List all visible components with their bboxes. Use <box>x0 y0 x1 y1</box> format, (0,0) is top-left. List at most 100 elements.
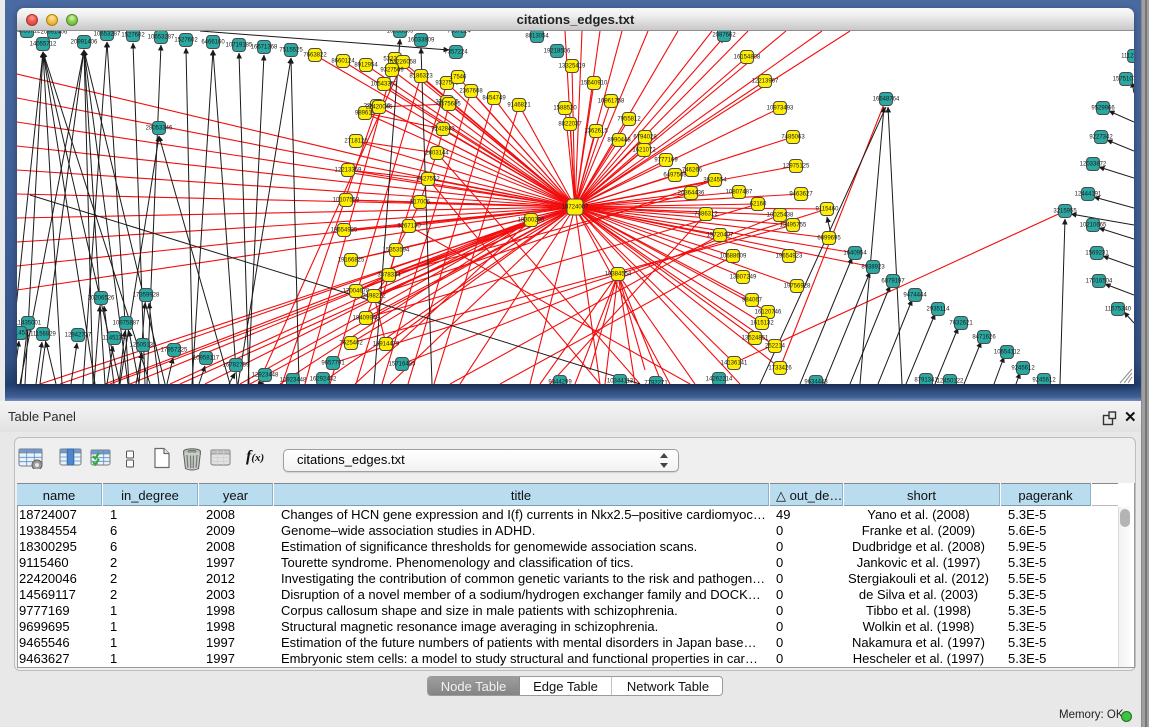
svg-text:15640910: 15640910 <box>581 81 608 87</box>
svg-text:2718126: 2718126 <box>344 139 368 145</box>
svg-text:16120746: 16120746 <box>755 310 782 316</box>
svg-text:16292442: 16292442 <box>310 377 337 383</box>
svg-text:11123844: 11123844 <box>1121 54 1134 60</box>
svg-text:19654925: 19654925 <box>331 228 358 234</box>
svg-text:252214: 252214 <box>765 344 786 350</box>
svg-text:7357224: 7357224 <box>444 50 468 56</box>
svg-text:2087662: 2087662 <box>712 33 736 39</box>
svg-text:17546: 17546 <box>450 75 467 81</box>
svg-text:9463627: 9463627 <box>789 192 813 198</box>
svg-text:11156829: 11156829 <box>30 332 56 338</box>
svg-text:7515525: 7515525 <box>279 48 303 54</box>
svg-text:10973493: 10973493 <box>767 106 794 112</box>
svg-text:10688609: 10688609 <box>720 254 747 260</box>
svg-text:13325419: 13325419 <box>559 64 586 70</box>
svg-text:10107553: 10107553 <box>333 198 360 204</box>
svg-text:2367608: 2367608 <box>459 89 483 95</box>
svg-text:8186323: 8186323 <box>409 74 433 80</box>
svg-text:12923448: 12923448 <box>252 373 279 379</box>
svg-text:1569231: 1569231 <box>1085 251 1109 257</box>
svg-text:9777169: 9777169 <box>654 158 678 164</box>
svg-text:13807249: 13807249 <box>730 275 757 281</box>
svg-text:7792271: 7792271 <box>644 381 668 385</box>
svg-text:8454749: 8454749 <box>482 96 506 102</box>
svg-text:12505135: 12505135 <box>130 343 157 349</box>
svg-text:16648764: 16648764 <box>873 97 900 103</box>
svg-text:16154808: 16154808 <box>734 55 761 61</box>
svg-text:1621072: 1621072 <box>632 148 656 154</box>
svg-text:12033872: 12033872 <box>1080 162 1107 168</box>
svg-text:15353594: 15353594 <box>383 248 410 254</box>
svg-text:9474444: 9474444 <box>903 293 927 299</box>
svg-text:1362615: 1362615 <box>584 129 608 135</box>
svg-text:10543362: 10543362 <box>371 82 398 88</box>
svg-text:9634443: 9634443 <box>804 380 828 385</box>
svg-text:12213967: 12213967 <box>752 79 779 85</box>
svg-text:8990448: 8990448 <box>607 138 631 144</box>
svg-text:1527602: 1527602 <box>121 33 145 39</box>
svg-text:20364436: 20364436 <box>678 191 705 197</box>
svg-text:3498222: 3498222 <box>362 294 386 300</box>
svg-text:19166825: 19166825 <box>338 258 365 264</box>
svg-text:14262214: 14262214 <box>706 377 733 383</box>
svg-text:20991406: 20991406 <box>71 40 98 46</box>
svg-text:10210665: 10210665 <box>1080 223 1107 229</box>
svg-text:6466160: 6466160 <box>201 40 225 46</box>
svg-text:16914479: 16914479 <box>373 342 400 348</box>
svg-text:10653287: 10653287 <box>148 35 175 41</box>
svg-text:9245612: 9245612 <box>1032 378 1056 384</box>
svg-text:8660124: 8660124 <box>331 59 355 65</box>
svg-text:14136141: 14136141 <box>721 361 748 367</box>
svg-text:19654923: 19654923 <box>776 254 803 260</box>
svg-text:10654112: 10654112 <box>994 350 1021 356</box>
svg-text:16961758: 16961758 <box>598 99 625 105</box>
svg-text:8791341: 8791341 <box>914 378 938 384</box>
svg-text:22420046: 22420046 <box>366 105 393 111</box>
svg-text:10344113: 10344113 <box>607 379 634 385</box>
svg-text:14055712: 14055712 <box>17 31 41 35</box>
svg-text:6794028: 6794028 <box>633 135 657 141</box>
svg-text:984067: 984067 <box>742 298 763 304</box>
svg-text:9146821: 9146821 <box>507 103 531 109</box>
svg-text:7625402: 7625402 <box>339 341 363 347</box>
svg-text:3624554: 3624554 <box>703 178 727 184</box>
svg-text:12450122: 12450122 <box>937 379 964 385</box>
svg-text:10025438: 10025438 <box>767 213 794 219</box>
svg-text:16671368: 16671368 <box>251 45 278 51</box>
svg-text:10653287: 10653287 <box>94 32 121 38</box>
svg-text:6899695: 6899695 <box>817 236 841 242</box>
svg-text:1640954: 1640954 <box>843 251 867 257</box>
svg-text:14055712: 14055712 <box>30 42 57 48</box>
svg-text:19756928: 19756928 <box>784 284 811 290</box>
svg-text:11435001: 11435001 <box>17 321 42 327</box>
svg-text:15716485: 15716485 <box>389 362 416 368</box>
svg-text:13495755: 13495755 <box>780 223 807 229</box>
svg-text:2803144: 2803144 <box>425 151 449 157</box>
svg-text:18724007: 18724007 <box>562 205 589 211</box>
svg-text:8822037: 8822037 <box>558 122 582 128</box>
svg-text:12923448: 12923448 <box>280 378 307 384</box>
svg-text:15751074: 15751074 <box>1113 77 1134 83</box>
svg-text:16033809: 16033809 <box>387 31 414 35</box>
svg-text:10975887: 10975887 <box>113 321 140 327</box>
svg-text:7485063: 7485063 <box>781 135 805 141</box>
svg-text:9242843: 9242843 <box>431 127 455 133</box>
svg-text:15720407: 15720407 <box>707 233 734 239</box>
svg-text:8471626: 8471626 <box>972 335 996 341</box>
svg-text:1615132: 1615132 <box>750 321 774 327</box>
svg-text:1145134: 1145134 <box>103 336 127 342</box>
svg-text:2935114: 2935114 <box>927 307 951 313</box>
svg-text:8813054: 8813054 <box>525 34 549 40</box>
svg-text:20206526: 20206526 <box>88 296 115 302</box>
svg-text:7357224: 7357224 <box>447 31 471 35</box>
svg-text:28053346: 28053346 <box>146 126 173 132</box>
svg-text:3878334: 3878334 <box>377 273 401 279</box>
svg-text:6879197: 6879197 <box>881 279 905 285</box>
svg-text:18300295: 18300295 <box>518 218 545 224</box>
svg-text:9227342: 9227342 <box>1089 135 1113 141</box>
svg-text:17359928: 17359928 <box>133 293 160 299</box>
svg-text:1733426: 1733426 <box>768 366 792 372</box>
svg-text:62160: 62160 <box>750 202 767 208</box>
svg-text:10958117: 10958117 <box>193 356 220 362</box>
svg-text:9657791: 9657791 <box>321 361 345 367</box>
